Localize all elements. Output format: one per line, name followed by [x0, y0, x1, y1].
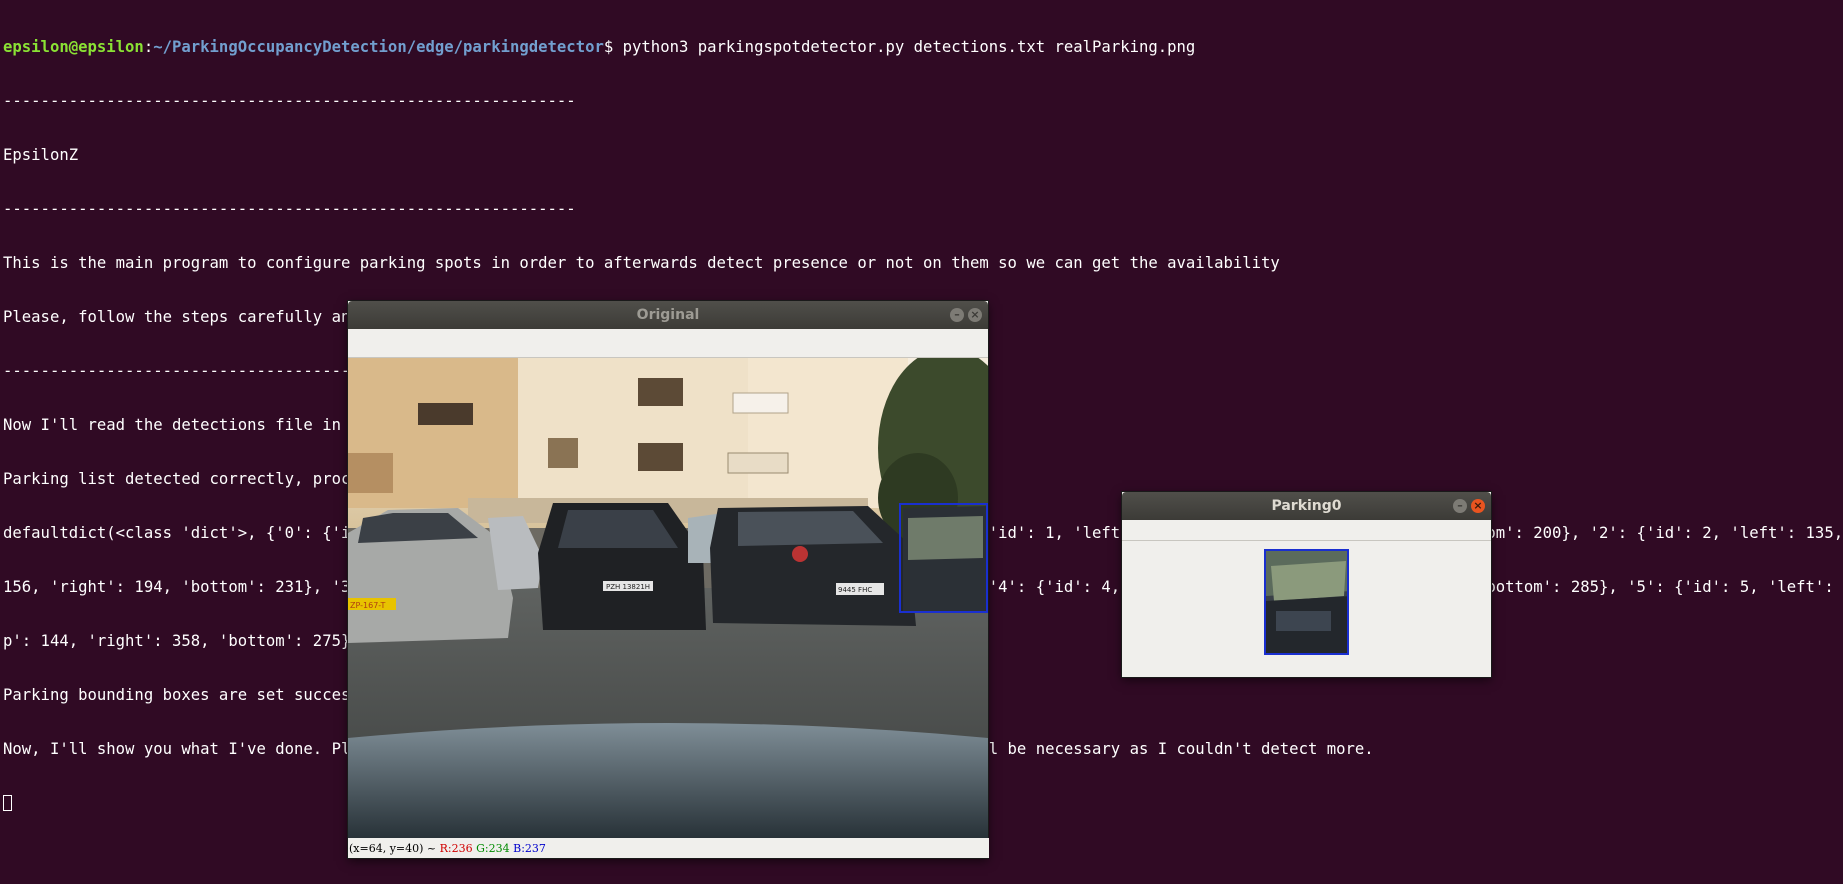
parking0-window[interactable]: Parking0 – × — [1122, 492, 1491, 677]
prompt-colon: : — [143, 38, 154, 56]
output-line: ----------------------------------------… — [3, 200, 576, 218]
minimize-icon[interactable]: – — [1453, 499, 1467, 513]
parking0-crop-image — [1264, 549, 1349, 655]
plate-text: 9445 FHC — [838, 586, 872, 594]
close-icon[interactable]: × — [1471, 499, 1485, 513]
parking-scene-image: ZP-167-T PZH 13821H 9445 FHC — [348, 358, 988, 838]
parking0-window-title: Parking0 — [1271, 498, 1342, 514]
output-line: EpsilonZ — [3, 146, 79, 164]
minimize-icon[interactable]: – — [950, 308, 964, 322]
output-line: ----------------------------------------… — [3, 92, 576, 110]
parking0-toolbar — [1122, 520, 1491, 541]
output-line: This is the main program to configure pa… — [3, 254, 1280, 272]
pixel-status-bar: (x=64, y=40) ~ R:236 G:234 B:237 — [348, 838, 989, 858]
original-titlebar[interactable]: Original – × — [348, 301, 988, 329]
parking-photo: ZP-167-T PZH 13821H 9445 FHC — [348, 358, 988, 838]
plate-text: ZP-167-T — [350, 601, 385, 610]
terminal-cursor — [3, 795, 12, 811]
status-position: (x=64, y=40) ~ — [349, 842, 437, 855]
prompt-user: epsilon@epsilon — [3, 38, 144, 56]
original-toolbar — [348, 329, 988, 358]
plate-text: PZH 13821H — [606, 583, 650, 591]
status-green: G:234 — [476, 842, 510, 855]
prompt-path: ~/ParkingOccupancyDetection/edge/parking… — [153, 38, 604, 56]
status-blue: B:237 — [513, 842, 546, 855]
prompt-line: epsilon@epsilon:~/ParkingOccupancyDetect… — [3, 38, 1841, 56]
crop-scene-image — [1266, 551, 1347, 653]
original-window-title: Original — [636, 307, 700, 323]
status-red: R:236 — [439, 842, 473, 855]
original-window[interactable]: Original – × ZP-167-T PZH 13821H 9445 FH… — [348, 301, 989, 858]
parking0-titlebar[interactable]: Parking0 – × — [1122, 492, 1491, 520]
close-icon[interactable]: × — [968, 308, 982, 322]
prompt-command: $ python3 parkingspotdetector.py detecti… — [603, 38, 1196, 56]
